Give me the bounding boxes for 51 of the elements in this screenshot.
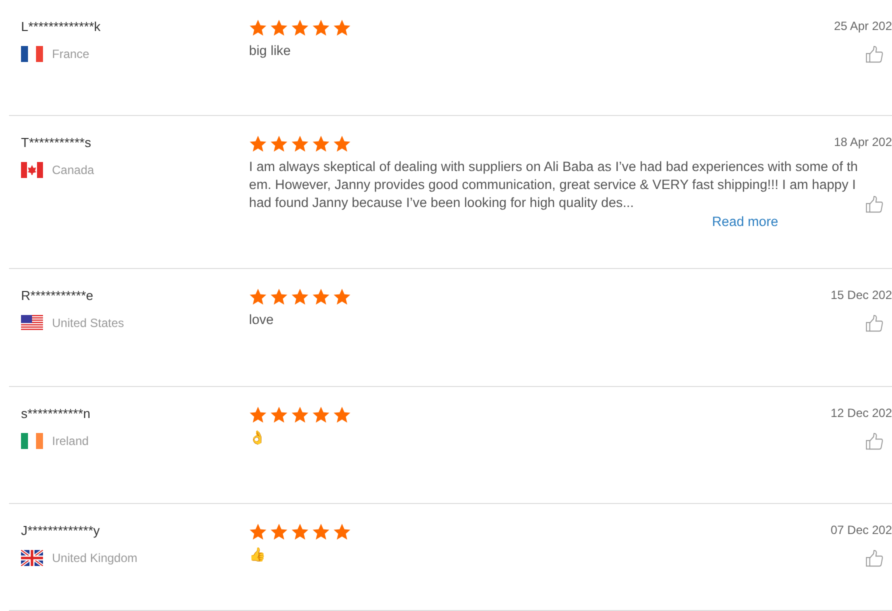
country-name: Canada bbox=[52, 162, 94, 178]
star-icon bbox=[270, 135, 288, 153]
review-date: 25 Apr 202 bbox=[834, 18, 892, 35]
star-icon bbox=[291, 135, 309, 153]
country-name: United States bbox=[52, 314, 124, 332]
star-icon bbox=[333, 406, 351, 424]
country-name: Ireland bbox=[52, 432, 89, 450]
country-name: United Kingdom bbox=[52, 550, 138, 566]
reviewer-name: J*************y bbox=[21, 522, 101, 540]
star-icon bbox=[291, 288, 309, 306]
star-icon bbox=[333, 135, 351, 153]
star-icon bbox=[291, 406, 309, 424]
star-icon bbox=[291, 19, 309, 37]
star-icon bbox=[333, 19, 351, 37]
review-comment: I am always skeptical of dealing with suppliers on Ali Baba as I’ve had bad experiences with some of them. However, Janny provides good communication, great service & VERY fast shipping!!! I am happy I had found Janny because I’ve been looking for high quality des... bbox=[249, 158, 859, 212]
review-date: 18 Apr 202 bbox=[834, 134, 892, 151]
review-comment: big like bbox=[249, 42, 292, 60]
thumbs-up-icon[interactable] bbox=[865, 314, 884, 333]
star-icon bbox=[270, 288, 288, 306]
star-icon bbox=[249, 406, 267, 424]
reviewer-name: R***********e bbox=[21, 287, 94, 305]
star-icon bbox=[249, 19, 267, 37]
thumbs-up-icon[interactable] bbox=[865, 45, 884, 64]
star-icon bbox=[291, 523, 309, 541]
reviewer-name: L*************k bbox=[21, 18, 102, 36]
review-comment: 👍 bbox=[249, 546, 267, 564]
reviewer-name: s***********n bbox=[21, 405, 92, 423]
read-more-link[interactable]: Read more bbox=[712, 212, 778, 232]
reviewer-name: T***********s bbox=[21, 134, 92, 152]
star-icon bbox=[249, 288, 267, 306]
star-icon bbox=[312, 19, 330, 37]
star-icon bbox=[312, 406, 330, 424]
star-icon bbox=[312, 288, 330, 306]
review-date: 15 Dec 202 bbox=[830, 287, 892, 304]
star-icon bbox=[333, 523, 351, 541]
star-icon bbox=[312, 523, 330, 541]
country-name: France bbox=[52, 46, 90, 62]
star-icon bbox=[333, 288, 351, 306]
thumbs-up-icon[interactable] bbox=[865, 195, 884, 214]
star-icon bbox=[270, 19, 288, 37]
review-comment: 👌 bbox=[249, 429, 267, 447]
review-date: 12 Dec 202 bbox=[830, 405, 892, 422]
thumbs-up-icon[interactable] bbox=[865, 549, 884, 568]
star-icon bbox=[270, 523, 288, 541]
review-date: 07 Dec 202 bbox=[830, 522, 892, 539]
star-icon bbox=[312, 135, 330, 153]
star-icon bbox=[249, 523, 267, 541]
star-icon bbox=[270, 406, 288, 424]
review-comment: love bbox=[249, 311, 275, 329]
star-icon bbox=[249, 135, 267, 153]
thumbs-up-icon[interactable] bbox=[865, 432, 884, 451]
